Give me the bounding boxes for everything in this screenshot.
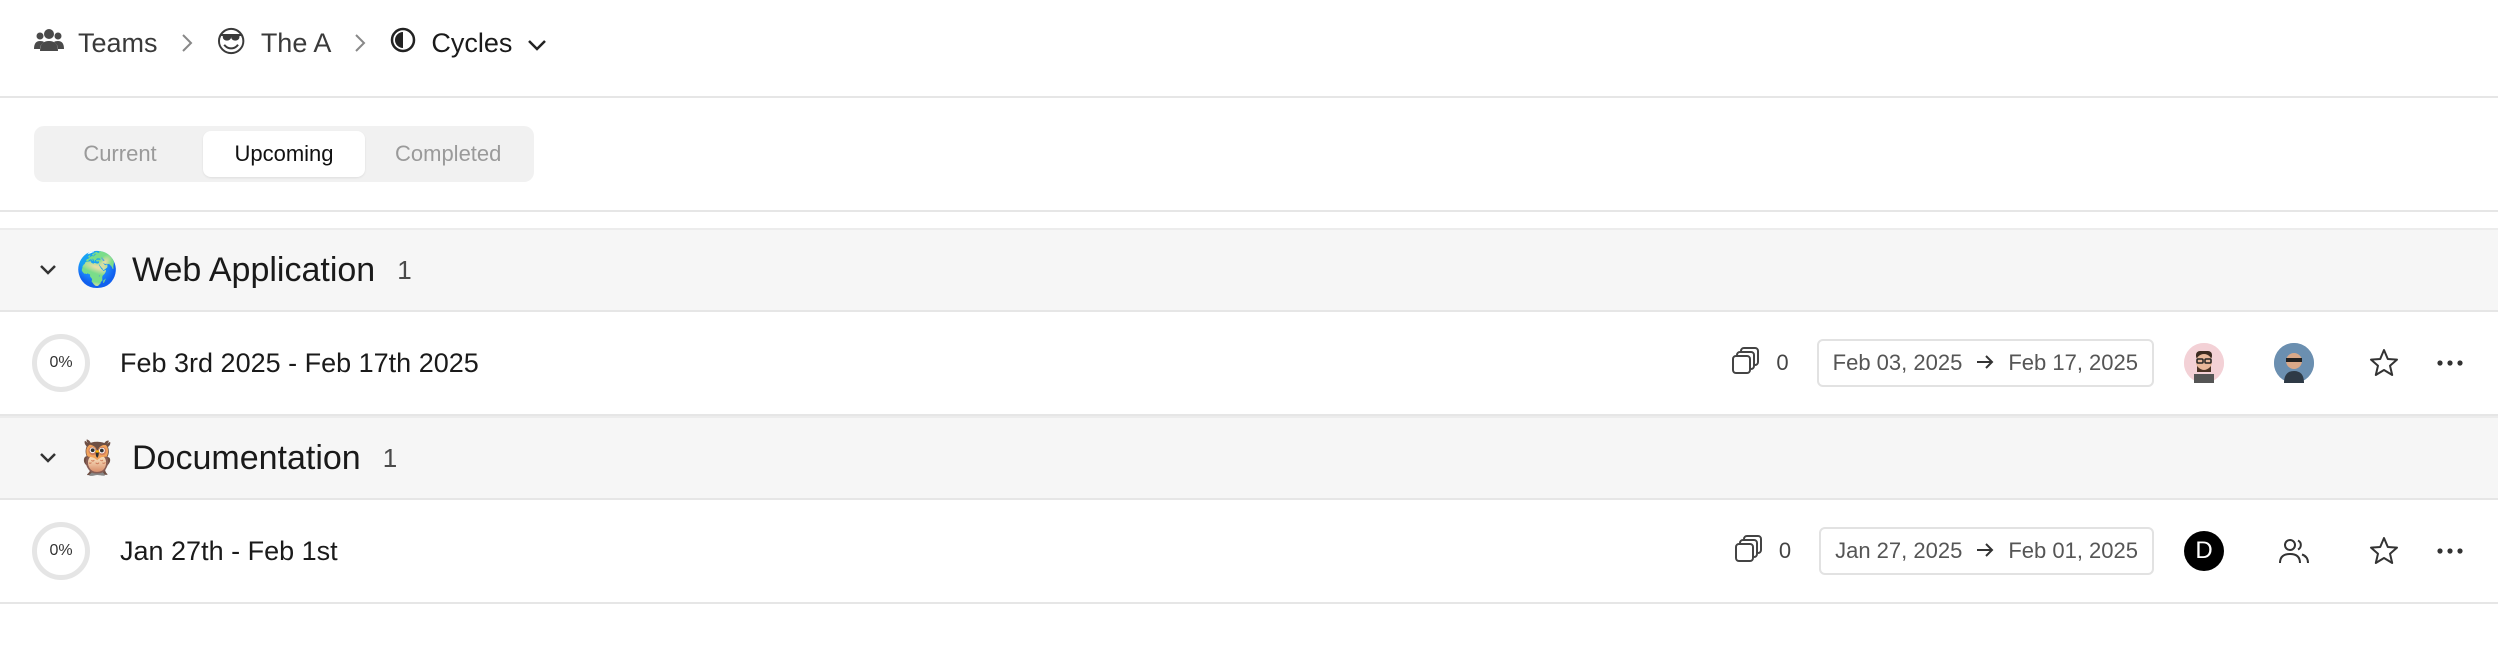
more-options-icon[interactable] [2430,343,2470,383]
cycle-row[interactable]: 0% Feb 3rd 2025 - Feb 17th 2025 0 Feb 03… [0,312,2498,416]
chevron-down-icon[interactable] [34,444,62,472]
issue-count-value: 0 [1778,538,1792,563]
members-icon[interactable] [2274,531,2314,571]
group-title: Web Application [132,250,376,289]
tab-current[interactable]: Current [39,131,201,177]
group-header-web-application[interactable]: 🌍 Web Application 1 [0,228,2498,312]
progress-ring: 0% [32,522,90,580]
arrow-right-icon [1976,538,1994,564]
breadcrumb-team-label: The A [260,27,332,58]
group-count: 1 [397,254,412,285]
cycle-name[interactable]: Feb 3rd 2025 - Feb 17th 2025 [120,348,479,379]
cycle-name[interactable]: Jan 27th - Feb 1st [120,536,338,567]
tab-upcoming[interactable]: Upcoming [203,131,365,177]
lead-avatar[interactable]: D [2184,531,2224,571]
issues-stack-icon [1734,534,1765,568]
issue-count: 0 [1732,346,1789,380]
breadcrumb-teams-label: Teams [78,27,158,58]
tabs-row: Current Upcoming Completed [0,98,2498,212]
tab-completed[interactable]: Completed [367,131,529,177]
avatar[interactable] [2184,343,2224,383]
arrow-right-icon [1976,350,1994,376]
owl-emoji-icon: 🦉 [76,439,119,477]
group-count: 1 [382,442,398,473]
progress-ring: 0% [32,334,90,392]
chevron-down-icon [526,28,548,59]
issues-stack-icon [1732,346,1762,380]
cycle-icon [389,26,417,61]
breadcrumb: Teams 😎 The A Cycles [0,0,2498,98]
end-date: Feb 01, 2025 [2008,538,2138,563]
end-date: Feb 17, 2025 [2008,350,2138,375]
cycle-tabs: Current Upcoming Completed [34,126,534,182]
more-options-icon[interactable] [2430,531,2470,571]
group-header-documentation[interactable]: 🦉 Documentation 1 [0,416,2498,500]
issue-count: 0 [1734,534,1792,568]
start-date: Feb 03, 2025 [1832,350,1963,375]
cycle-row-actions: 0 Feb 03, 2025 Feb 17, 2025 [1732,312,2470,414]
start-date: Jan 27, 2025 [1835,538,1963,563]
globe-emoji-icon: 🌍 [76,251,119,289]
date-range[interactable]: Feb 03, 2025 Feb 17, 2025 [1816,339,2154,387]
chevron-down-icon[interactable] [34,256,62,284]
cycle-list: 🌍 Web Application 1 0% Feb 3rd 2025 - Fe… [0,228,2498,604]
sunglasses-emoji-icon: 😎 [215,26,247,59]
breadcrumb-cycles-dropdown[interactable]: Cycles [389,26,548,61]
chevron-right-icon [180,32,194,54]
issue-count-value: 0 [1776,350,1789,375]
cycle-row[interactable]: 0% Jan 27th - Feb 1st 0 Jan 27, 2025 Feb… [0,500,2498,604]
avatar[interactable] [2274,343,2314,383]
breadcrumb-team[interactable]: 😎 The A [216,28,332,59]
date-range[interactable]: Jan 27, 2025 Feb 01, 2025 [1819,527,2154,575]
breadcrumb-cycles-label: Cycles [431,27,513,58]
star-icon[interactable] [2364,531,2404,571]
teams-icon [34,27,64,60]
cycle-row-actions: 0 Jan 27, 2025 Feb 01, 2025 D [1734,500,2470,602]
star-icon[interactable] [2364,343,2404,383]
breadcrumb-teams[interactable]: Teams [34,27,158,60]
group-title: Documentation [132,438,361,477]
chevron-right-icon [353,32,367,54]
